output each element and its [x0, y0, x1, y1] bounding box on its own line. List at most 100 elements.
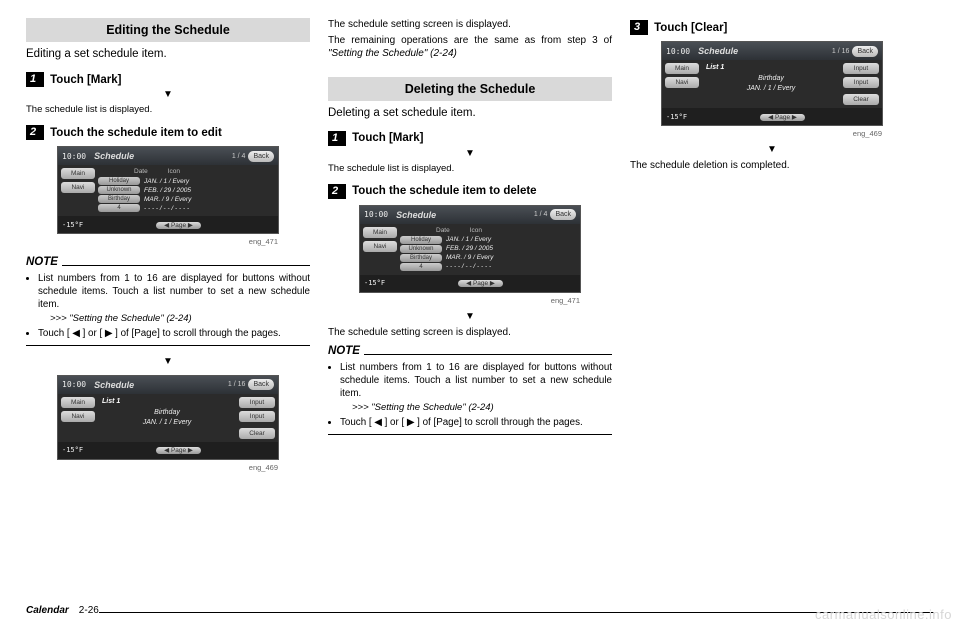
- down-triangle-icon: ▼: [328, 148, 612, 159]
- list-item: 4- - - - / - - / - - - -: [98, 204, 275, 212]
- col-header-date: Date: [436, 227, 450, 234]
- note-item: Touch [ ◀ ] or [ ▶ ] of [Page] to scroll…: [340, 416, 612, 429]
- step-1: 1 Touch [Mark]: [328, 131, 612, 146]
- list-item: HolidayJAN. / 1 / Every: [98, 177, 275, 185]
- page-footer: Calendar 2-26: [26, 605, 934, 616]
- clock-label: 10:00: [666, 47, 690, 56]
- input-button[interactable]: Input: [843, 63, 879, 74]
- column-2: The schedule setting screen is displayed…: [328, 18, 612, 478]
- column-3: 3 Touch [Clear] 10:00 Schedule 1 / 16 Ba…: [630, 18, 914, 478]
- input-button[interactable]: Input: [239, 397, 275, 408]
- side-main-button[interactable]: Main: [61, 397, 95, 408]
- screenshot-schedule-list: 10:00 Schedule 1 / 4 Back Main Navi Date…: [57, 146, 279, 234]
- list-item: 4- - - - / - - / - - - -: [400, 263, 577, 271]
- temperature-label: -15°F: [666, 113, 687, 121]
- step-number: 3: [630, 20, 648, 35]
- column-1: Editing the Schedule Editing a set sched…: [26, 18, 310, 478]
- step-2: 2 Touch the schedule item to delete: [328, 184, 612, 199]
- screenshot-schedule-list: 10:00 Schedule 1 / 4 Back Main Navi Date…: [359, 205, 581, 293]
- step-label: Touch the schedule item to delete: [352, 185, 536, 197]
- note-item: List numbers from 1 to 16 are displayed …: [38, 272, 310, 325]
- clock-label: 10:00: [364, 210, 388, 219]
- col-header-icon: Icon: [470, 227, 482, 234]
- side-navi-button[interactable]: Navi: [665, 77, 699, 88]
- side-main-button[interactable]: Main: [61, 168, 95, 179]
- page-scroll-button[interactable]: ◀ Page ▶: [760, 114, 805, 121]
- step-label: Touch [Mark]: [352, 132, 423, 144]
- down-triangle-icon: ▼: [328, 311, 612, 322]
- section-title-editing: Editing the Schedule: [26, 18, 310, 42]
- side-navi-button[interactable]: Navi: [61, 182, 95, 193]
- list-label: List 1: [102, 398, 232, 405]
- section-title-deleting: Deleting the Schedule: [328, 77, 612, 101]
- figure-caption: eng_469: [630, 129, 914, 138]
- temperature-label: -15°F: [62, 446, 83, 454]
- screen-title: Schedule: [388, 210, 534, 220]
- step-label: Touch [Mark]: [50, 74, 121, 86]
- figure-caption: eng_469: [26, 463, 310, 472]
- step-label: Touch [Clear]: [654, 22, 727, 34]
- cross-reference: >>> "Setting the Schedule" (2-24): [38, 313, 192, 324]
- clock-label: 10:00: [62, 380, 86, 389]
- step-number: 2: [328, 184, 346, 199]
- input-button[interactable]: Input: [843, 77, 879, 88]
- screenshot-schedule-edit: 10:00 Schedule 1 / 16 Back Main Navi Lis…: [57, 375, 279, 460]
- step-2: 2 Touch the schedule item to edit: [26, 125, 310, 140]
- page-indicator: 1 / 4: [232, 153, 246, 160]
- input-button[interactable]: Input: [239, 411, 275, 422]
- temperature-label: -15°F: [62, 221, 83, 229]
- watermark: carmanualsonline.info: [815, 607, 952, 622]
- note-heading: NOTE: [328, 345, 360, 357]
- step-number: 1: [26, 72, 44, 87]
- down-triangle-icon: ▼: [630, 144, 914, 155]
- figure-caption: eng_471: [26, 237, 310, 246]
- list-item: UnknownFEB. / 29 / 2005: [400, 245, 577, 253]
- page-scroll-button[interactable]: ◀ Page ▶: [156, 222, 201, 229]
- list-item: HolidayJAN. / 1 / Every: [400, 236, 577, 244]
- screenshot-schedule-edit: 10:00 Schedule 1 / 16 Back Main Navi Lis…: [661, 41, 883, 126]
- down-triangle-icon: ▼: [26, 356, 310, 367]
- step-3: 3 Touch [Clear]: [630, 20, 914, 35]
- col-header-icon: Icon: [168, 168, 180, 175]
- list-label: List 1: [706, 64, 836, 71]
- note-item: List numbers from 1 to 16 are displayed …: [340, 361, 612, 414]
- intro-text: Editing a set schedule item.: [26, 48, 310, 60]
- back-button[interactable]: Back: [248, 151, 274, 162]
- cross-reference: >>> "Setting the Schedule" (2-24): [340, 402, 494, 413]
- list-item: UnknownFEB. / 29 / 2005: [98, 186, 275, 194]
- body-text: The schedule deletion is completed.: [630, 159, 914, 173]
- side-main-button[interactable]: Main: [363, 227, 397, 238]
- clock-label: 10:00: [62, 152, 86, 161]
- clear-button[interactable]: Clear: [843, 94, 879, 105]
- list-item: BirthdayMAR. / 9 / Every: [98, 195, 275, 203]
- screen-title: Schedule: [690, 46, 832, 56]
- side-main-button[interactable]: Main: [665, 63, 699, 74]
- page-indicator: 1 / 16: [832, 48, 850, 55]
- body-text: The remaining operations are the same as…: [328, 34, 612, 61]
- body-text: The schedule setting screen is displayed…: [328, 18, 612, 32]
- back-button[interactable]: Back: [852, 46, 878, 57]
- screen-title: Schedule: [86, 380, 228, 390]
- page-scroll-button[interactable]: ◀ Page ▶: [156, 447, 201, 454]
- side-navi-button[interactable]: Navi: [363, 241, 397, 252]
- footer-section: Calendar: [26, 605, 69, 616]
- down-triangle-icon: ▼: [26, 89, 310, 100]
- body-text: The schedule setting screen is displayed…: [328, 326, 612, 340]
- side-navi-button[interactable]: Navi: [61, 411, 95, 422]
- figure-caption: eng_471: [328, 296, 612, 305]
- footer-page-number: 2-26: [79, 605, 99, 616]
- cross-reference: "Setting the Schedule" (2-24): [328, 48, 457, 59]
- col-header-date: Date: [134, 168, 148, 175]
- page-scroll-button[interactable]: ◀ Page ▶: [458, 280, 503, 287]
- page-indicator: 1 / 4: [534, 211, 548, 218]
- note-heading: NOTE: [26, 256, 58, 268]
- step-1: 1 Touch [Mark]: [26, 72, 310, 87]
- step-label: Touch the schedule item to edit: [50, 127, 222, 139]
- step-result: The schedule list is displayed.: [26, 104, 310, 115]
- step-number: 2: [26, 125, 44, 140]
- back-button[interactable]: Back: [248, 379, 274, 390]
- step-result: The schedule list is displayed.: [328, 163, 612, 174]
- temperature-label: -15°F: [364, 279, 385, 287]
- back-button[interactable]: Back: [550, 209, 576, 220]
- clear-button[interactable]: Clear: [239, 428, 275, 439]
